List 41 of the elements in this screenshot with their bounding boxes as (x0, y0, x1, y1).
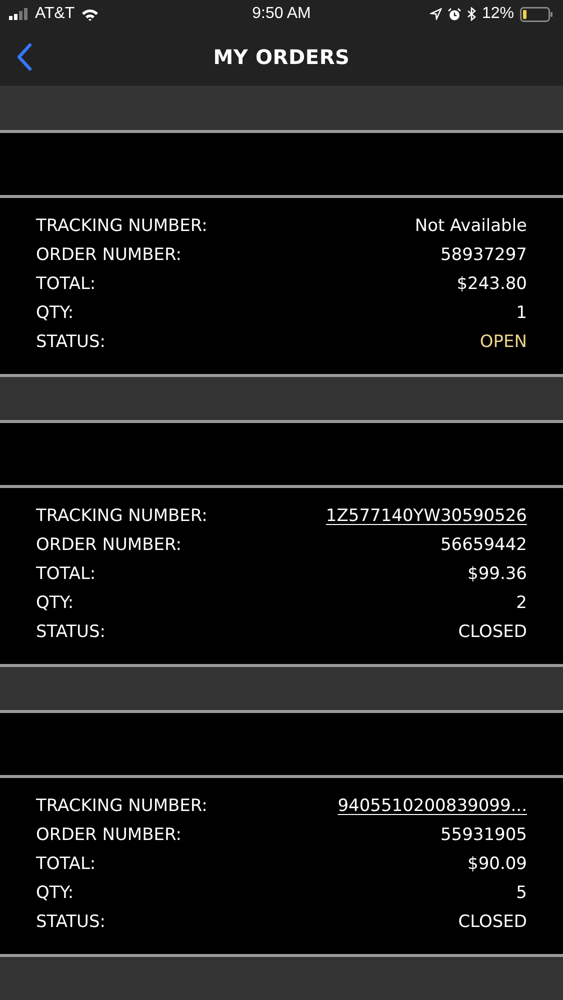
wifi-icon (80, 8, 99, 20)
field-label: TRACKING NUMBER: (36, 796, 208, 816)
carrier-name: AT&T (35, 5, 75, 23)
field-value: $90.09 (468, 854, 527, 874)
field-value: 1 (516, 302, 527, 323)
battery-percent: 12% (482, 5, 514, 23)
field-value: 56659442 (440, 535, 527, 556)
back-chevron-icon (16, 43, 32, 71)
field-label: TRACKING NUMBER: (36, 216, 208, 236)
field-label: QTY: (36, 592, 74, 613)
field-label: TOTAL: (36, 564, 96, 584)
field-value: CLOSED (458, 912, 527, 932)
location-icon (430, 8, 442, 20)
tracking-link[interactable]: 1Z577140YW30590526 (326, 506, 527, 526)
signal-icon (9, 8, 29, 20)
field-label: TOTAL: (36, 854, 96, 874)
field-label: STATUS: (36, 912, 106, 932)
field-value: 2 (516, 592, 527, 613)
status-value: OPEN (480, 332, 527, 352)
field-label: ORDER NUMBER: (36, 245, 182, 266)
field-value: $99.36 (468, 564, 527, 584)
field-value: 5 (516, 882, 527, 903)
field-value: 58937297 (440, 245, 527, 266)
field-value: Not Available (414, 216, 527, 236)
field-label: QTY: (36, 302, 74, 323)
field-value: 55931905 (440, 825, 527, 846)
field-label: ORDER NUMBER: (36, 535, 182, 556)
alarm-icon (448, 8, 461, 20)
tracking-link[interactable]: 9405510200839099... (338, 796, 527, 816)
bluetooth-icon (466, 7, 476, 21)
field-label: QTY: (36, 882, 74, 903)
field-label: STATUS: (36, 622, 106, 642)
field-label: ORDER NUMBER: (36, 825, 182, 846)
field-value: CLOSED (458, 622, 527, 642)
field-label: STATUS: (36, 332, 106, 352)
field-value: $243.80 (456, 274, 527, 294)
clock-time: 9:50 AM (252, 5, 311, 23)
battery-icon (520, 6, 553, 22)
field-label: TRACKING NUMBER: (36, 506, 208, 526)
screen-title: MY ORDERS (213, 45, 350, 69)
field-label: TOTAL: (36, 274, 96, 294)
